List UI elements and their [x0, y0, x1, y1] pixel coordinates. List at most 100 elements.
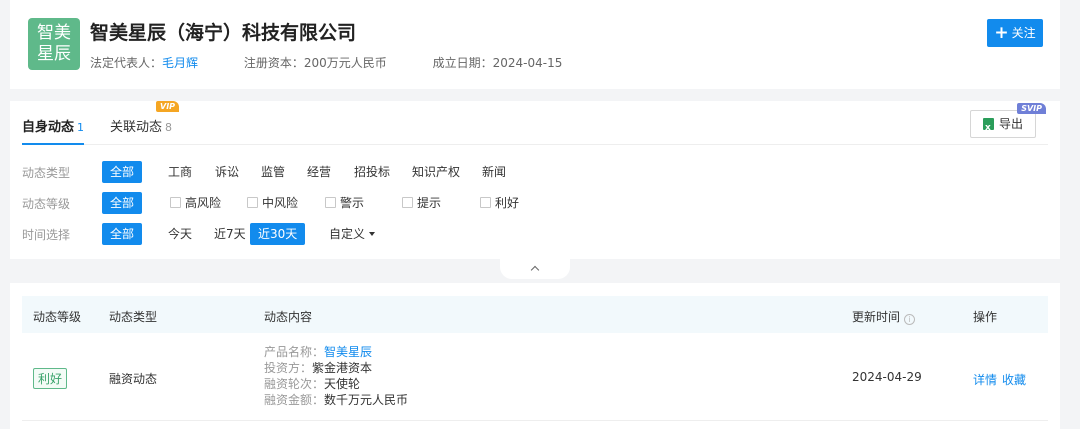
follow-label: 关注	[1011, 26, 1036, 40]
filter-label: 时间选择	[22, 228, 71, 242]
row-actions: 详情 收藏	[973, 371, 1026, 388]
table-header: 动态等级 动态类型 动态内容 更新时间 i 操作	[22, 296, 1048, 333]
level-option-medium-risk[interactable]: 中风险	[239, 192, 306, 214]
legal-rep-link[interactable]: 毛月辉	[162, 56, 198, 70]
level-badge: 利好	[33, 368, 68, 389]
content-key: 产品名称：	[264, 345, 325, 359]
excel-icon	[983, 115, 994, 141]
logo-line-2: 星辰	[37, 44, 71, 64]
filter-row-level: 动态等级 全部 高风险 中风险 警示 提示 利好	[22, 192, 1022, 214]
collapse-toggle[interactable]	[500, 259, 570, 279]
time-option-7days[interactable]: 近7天	[206, 223, 254, 245]
tab-label: 自身动态	[22, 120, 75, 135]
export-button[interactable]: 导出	[970, 110, 1036, 141]
capital-value: 200万元人民币	[303, 56, 387, 70]
news-type: 融资动态	[109, 372, 158, 386]
type-option-ip[interactable]: 知识产权	[404, 161, 468, 183]
plus-icon: +	[994, 23, 1009, 43]
checkbox[interactable]	[402, 197, 413, 208]
level-option-warning[interactable]: 警示	[317, 192, 372, 214]
update-time: 2024-04-29	[852, 370, 922, 384]
level-option-all[interactable]: 全部	[102, 192, 143, 214]
tab-self-news[interactable]: 自身动态 1	[22, 116, 84, 135]
level-option-positive[interactable]: 利好	[472, 192, 527, 214]
product-link[interactable]: 智美星辰	[324, 345, 372, 359]
company-meta: 法定代表人：毛月辉 注册资本：200万元人民币 成立日期：2024-04-15	[90, 54, 604, 71]
content-value: 数千万元人民币	[324, 393, 409, 407]
company-name: 智美星辰（海宁）科技有限公司	[90, 22, 357, 44]
export-label: 导出	[999, 117, 1024, 131]
founded-label: 成立日期：	[432, 56, 493, 70]
content-key: 融资轮次：	[264, 377, 325, 391]
type-option-bidding[interactable]: 招投标	[346, 161, 398, 183]
content-line: 产品名称：智美星辰	[264, 344, 408, 360]
tab-count: 1	[77, 121, 85, 134]
filter-label: 动态类型	[22, 166, 71, 180]
header-update-time: 更新时间 i	[852, 308, 916, 325]
checkbox[interactable]	[170, 197, 181, 208]
filter-row-type: 动态类型 全部 工商 诉讼 监管 经营 招投标 知识产权 新闻	[22, 161, 1022, 183]
content-value: 天使轮	[324, 377, 361, 391]
type-option-business[interactable]: 工商	[160, 161, 200, 183]
content-line: 融资轮次：天使轮	[264, 376, 408, 392]
capital-label: 注册资本：	[243, 56, 304, 70]
content-key: 融资金额：	[264, 393, 325, 407]
legal-rep: 法定代表人：毛月辉	[90, 54, 198, 71]
logo-line-1: 智美	[37, 23, 71, 43]
header-type: 动态类型	[109, 310, 158, 324]
option-label: 高风险	[185, 196, 222, 210]
registered-capital: 注册资本：200万元人民币	[244, 54, 387, 71]
tab-count: 8	[165, 121, 173, 134]
news-content: 产品名称：智美星辰 投资方：紫金港资本 融资轮次：天使轮 融资金额：数千万元人民…	[264, 344, 408, 408]
option-label: 自定义	[329, 227, 366, 241]
type-option-news[interactable]: 新闻	[474, 161, 514, 183]
filter-label: 动态等级	[22, 197, 71, 211]
tab-label: 关联动态	[110, 120, 163, 135]
type-option-regulation[interactable]: 监管	[253, 161, 293, 183]
content-line: 融资金额：数千万元人民币	[264, 392, 408, 408]
follow-button[interactable]: + 关注	[987, 19, 1043, 47]
company-logo: 智美 星辰	[28, 18, 80, 70]
filter-panel: 自身动态1 关联动态8 VIP 导出 SVIP 动态类型 全部 工商 诉讼 监管…	[10, 101, 1060, 259]
favorite-link[interactable]: 收藏	[1002, 373, 1026, 387]
founded-date: 成立日期：2024-04-15	[433, 54, 563, 71]
header-content: 动态内容	[264, 310, 313, 324]
option-label: 提示	[417, 196, 442, 210]
caret-down-icon	[369, 232, 376, 236]
option-label: 警示	[340, 196, 365, 210]
founded-value: 2024-04-15	[492, 56, 563, 70]
time-option-30days[interactable]: 近30天	[250, 223, 306, 245]
info-icon[interactable]: i	[904, 314, 916, 325]
checkbox[interactable]	[325, 197, 336, 208]
checkbox[interactable]	[247, 197, 258, 208]
chevron-up-icon	[530, 265, 540, 275]
active-tab-underline	[22, 143, 84, 145]
time-option-today[interactable]: 今天	[160, 223, 200, 245]
checkbox[interactable]	[480, 197, 491, 208]
time-option-all[interactable]: 全部	[102, 223, 143, 245]
tab-related-news[interactable]: 关联动态 8	[110, 116, 172, 135]
tab-bar: 自身动态1 关联动态8 VIP 导出 SVIP	[22, 101, 1048, 145]
content-key: 投资方：	[264, 361, 313, 375]
news-table: 动态等级 动态类型 动态内容 更新时间 i 操作 利好 融资动态 产品名称：智美星…	[10, 283, 1060, 429]
time-option-custom[interactable]: 自定义	[321, 223, 383, 245]
content-value: 紫金港资本	[312, 361, 373, 375]
header-actions: 操作	[973, 310, 998, 324]
detail-link[interactable]: 详情	[973, 373, 997, 387]
svip-badge: SVIP	[1017, 103, 1046, 114]
company-header: 智美 星辰 智美星辰（海宁）科技有限公司 法定代表人：毛月辉 注册资本：200万…	[10, 0, 1060, 89]
header-label: 更新时间	[852, 310, 901, 324]
option-label: 利好	[495, 196, 520, 210]
level-option-high-risk[interactable]: 高风险	[162, 192, 229, 214]
type-option-operation[interactable]: 经营	[299, 161, 339, 183]
type-option-all[interactable]: 全部	[102, 161, 143, 183]
header-level: 动态等级	[33, 310, 82, 324]
table-row: 利好 融资动态 产品名称：智美星辰 投资方：紫金港资本 融资轮次：天使轮 融资金…	[22, 333, 1048, 421]
option-label: 中风险	[262, 196, 299, 210]
content-line: 投资方：紫金港资本	[264, 360, 408, 376]
filter-row-time: 时间选择 全部 今天 近7天 近30天 自定义	[22, 223, 1022, 245]
vip-badge: VIP	[156, 101, 180, 112]
legal-rep-label: 法定代表人：	[90, 56, 163, 70]
type-option-litigation[interactable]: 诉讼	[207, 161, 247, 183]
level-option-notice[interactable]: 提示	[394, 192, 449, 214]
